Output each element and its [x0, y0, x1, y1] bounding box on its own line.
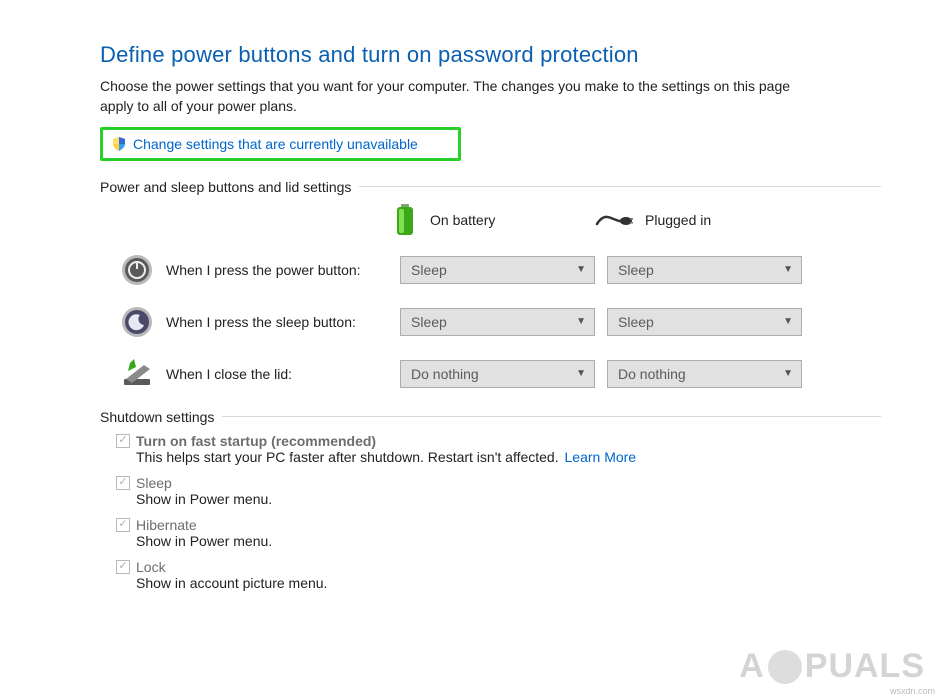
chevron-down-icon: ▼	[576, 264, 586, 275]
fast-startup-title: Turn on fast startup (recommended)	[136, 433, 376, 449]
section-buttons-lid-label: Power and sleep buttons and lid settings	[100, 179, 351, 195]
shutdown-item-fast-startup: ✓ Turn on fast startup (recommended) Thi…	[116, 433, 881, 465]
hibernate-desc: Show in Power menu.	[136, 533, 881, 549]
sleep-button-icon	[120, 305, 154, 339]
lock-title: Lock	[136, 559, 166, 575]
power-button-plugged-select[interactable]: Sleep ▼	[607, 256, 802, 284]
sleep-button-plugged-select[interactable]: Sleep ▼	[607, 308, 802, 336]
page-description: Choose the power settings that you want …	[100, 76, 820, 117]
close-lid-on-battery-select[interactable]: Do nothing ▼	[400, 360, 595, 388]
shutdown-item-lock: ✓ Lock Show in account picture menu.	[116, 559, 881, 591]
change-unavailable-settings-label: Change settings that are currently unava…	[133, 136, 418, 152]
row-close-lid: When I close the lid: Do nothing ▼ Do no…	[120, 357, 881, 391]
checkbox-hibernate[interactable]: ✓	[116, 518, 130, 532]
change-unavailable-settings-link[interactable]: Change settings that are currently unava…	[100, 127, 461, 161]
learn-more-link[interactable]: Learn More	[565, 449, 637, 465]
credit-text: wsxdn.com	[890, 686, 935, 696]
watermark-face-icon	[768, 650, 802, 684]
shutdown-item-hibernate: ✓ Hibernate Show in Power menu.	[116, 517, 881, 549]
watermark: A PUALS	[739, 647, 925, 686]
close-lid-plugged-select[interactable]: Do nothing ▼	[607, 360, 802, 388]
chevron-down-icon: ▼	[783, 316, 793, 327]
watermark-prefix: A	[739, 647, 765, 686]
hibernate-title: Hibernate	[136, 517, 197, 533]
chevron-down-icon: ▼	[576, 316, 586, 327]
divider	[359, 186, 881, 187]
sleep-desc: Show in Power menu.	[136, 491, 881, 507]
row-close-lid-label: When I close the lid:	[166, 366, 388, 382]
sleep-button-plugged-value: Sleep	[618, 314, 654, 330]
checkbox-fast-startup[interactable]: ✓	[116, 434, 130, 448]
row-sleep-button-label: When I press the sleep button:	[166, 314, 388, 330]
column-plugged-in: Plugged in	[645, 212, 711, 228]
uac-shield-icon	[111, 136, 127, 152]
chevron-down-icon: ▼	[783, 368, 793, 379]
plug-icon	[595, 210, 635, 230]
divider	[222, 416, 881, 417]
lid-icon	[120, 357, 154, 391]
row-power-button: When I press the power button: Sleep ▼ S…	[120, 253, 881, 287]
power-button-on-battery-value: Sleep	[411, 262, 447, 278]
power-button-plugged-value: Sleep	[618, 262, 654, 278]
row-sleep-button: When I press the sleep button: Sleep ▼ S…	[120, 305, 881, 339]
power-button-on-battery-select[interactable]: Sleep ▼	[400, 256, 595, 284]
section-buttons-lid: Power and sleep buttons and lid settings	[100, 179, 881, 195]
watermark-suffix: PUALS	[805, 647, 925, 686]
chevron-down-icon: ▼	[783, 264, 793, 275]
section-shutdown-label: Shutdown settings	[100, 409, 214, 425]
close-lid-on-battery-value: Do nothing	[411, 366, 479, 382]
shutdown-item-sleep: ✓ Sleep Show in Power menu.	[116, 475, 881, 507]
column-on-battery: On battery	[430, 212, 495, 228]
sleep-button-on-battery-value: Sleep	[411, 314, 447, 330]
page-title: Define power buttons and turn on passwor…	[100, 42, 881, 68]
fast-startup-desc: This helps start your PC faster after sh…	[136, 449, 559, 465]
sleep-button-on-battery-select[interactable]: Sleep ▼	[400, 308, 595, 336]
close-lid-plugged-value: Do nothing	[618, 366, 686, 382]
lock-desc: Show in account picture menu.	[136, 575, 881, 591]
sleep-title: Sleep	[136, 475, 172, 491]
checkbox-sleep[interactable]: ✓	[116, 476, 130, 490]
row-power-button-label: When I press the power button:	[166, 262, 388, 278]
section-shutdown: Shutdown settings	[100, 409, 881, 425]
checkbox-lock[interactable]: ✓	[116, 560, 130, 574]
chevron-down-icon: ▼	[576, 368, 586, 379]
battery-icon	[390, 203, 420, 237]
power-button-icon	[120, 253, 154, 287]
